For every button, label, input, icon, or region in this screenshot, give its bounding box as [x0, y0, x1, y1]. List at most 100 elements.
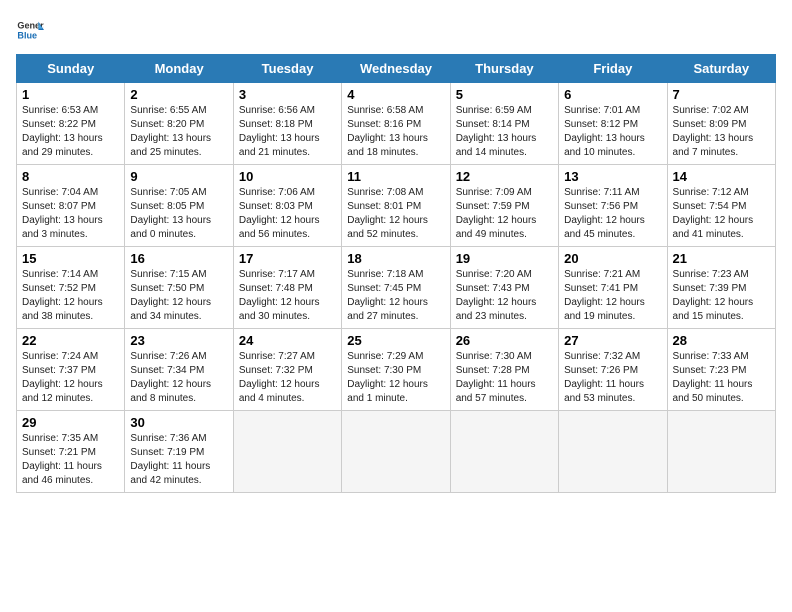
calendar-week-row: 8 Sunrise: 7:04 AMSunset: 8:07 PMDayligh…	[17, 165, 776, 247]
day-number: 5	[456, 87, 553, 102]
day-number: 4	[347, 87, 444, 102]
day-info: Sunrise: 7:35 AMSunset: 7:21 PMDaylight:…	[22, 432, 119, 488]
day-number: 12	[456, 169, 553, 184]
calendar-cell	[450, 411, 558, 493]
calendar-cell: 7 Sunrise: 7:02 AMSunset: 8:09 PMDayligh…	[667, 83, 775, 165]
calendar-cell	[233, 411, 341, 493]
day-number: 1	[22, 87, 119, 102]
calendar-cell: 6 Sunrise: 7:01 AMSunset: 8:12 PMDayligh…	[559, 83, 667, 165]
calendar-cell: 4 Sunrise: 6:58 AMSunset: 8:16 PMDayligh…	[342, 83, 450, 165]
calendar-cell	[559, 411, 667, 493]
calendar-cell: 25 Sunrise: 7:29 AMSunset: 7:30 PMDaylig…	[342, 329, 450, 411]
day-number: 10	[239, 169, 336, 184]
day-number: 3	[239, 87, 336, 102]
calendar-cell	[342, 411, 450, 493]
day-number: 15	[22, 251, 119, 266]
day-info: Sunrise: 6:56 AMSunset: 8:18 PMDaylight:…	[239, 104, 336, 160]
day-info: Sunrise: 7:18 AMSunset: 7:45 PMDaylight:…	[347, 268, 444, 324]
day-number: 26	[456, 333, 553, 348]
calendar-cell: 24 Sunrise: 7:27 AMSunset: 7:32 PMDaylig…	[233, 329, 341, 411]
day-info: Sunrise: 6:53 AMSunset: 8:22 PMDaylight:…	[22, 104, 119, 160]
calendar-cell: 9 Sunrise: 7:05 AMSunset: 8:05 PMDayligh…	[125, 165, 233, 247]
page-header: General Blue	[16, 16, 776, 44]
calendar-cell: 20 Sunrise: 7:21 AMSunset: 7:41 PMDaylig…	[559, 247, 667, 329]
day-info: Sunrise: 7:01 AMSunset: 8:12 PMDaylight:…	[564, 104, 661, 160]
day-info: Sunrise: 6:55 AMSunset: 8:20 PMDaylight:…	[130, 104, 227, 160]
day-info: Sunrise: 7:23 AMSunset: 7:39 PMDaylight:…	[673, 268, 770, 324]
day-info: Sunrise: 7:30 AMSunset: 7:28 PMDaylight:…	[456, 350, 553, 406]
weekday-header-saturday: Saturday	[667, 55, 775, 83]
day-number: 2	[130, 87, 227, 102]
calendar-cell: 13 Sunrise: 7:11 AMSunset: 7:56 PMDaylig…	[559, 165, 667, 247]
day-info: Sunrise: 7:21 AMSunset: 7:41 PMDaylight:…	[564, 268, 661, 324]
calendar-week-row: 15 Sunrise: 7:14 AMSunset: 7:52 PMDaylig…	[17, 247, 776, 329]
day-info: Sunrise: 7:32 AMSunset: 7:26 PMDaylight:…	[564, 350, 661, 406]
calendar-cell: 19 Sunrise: 7:20 AMSunset: 7:43 PMDaylig…	[450, 247, 558, 329]
logo-icon: General Blue	[16, 16, 44, 44]
day-info: Sunrise: 7:24 AMSunset: 7:37 PMDaylight:…	[22, 350, 119, 406]
day-info: Sunrise: 7:06 AMSunset: 8:03 PMDaylight:…	[239, 186, 336, 242]
weekday-header-sunday: Sunday	[17, 55, 125, 83]
day-number: 25	[347, 333, 444, 348]
day-info: Sunrise: 7:11 AMSunset: 7:56 PMDaylight:…	[564, 186, 661, 242]
calendar-table: SundayMondayTuesdayWednesdayThursdayFrid…	[16, 54, 776, 493]
calendar-cell: 18 Sunrise: 7:18 AMSunset: 7:45 PMDaylig…	[342, 247, 450, 329]
day-number: 13	[564, 169, 661, 184]
calendar-week-row: 22 Sunrise: 7:24 AMSunset: 7:37 PMDaylig…	[17, 329, 776, 411]
weekday-header-thursday: Thursday	[450, 55, 558, 83]
calendar-cell: 12 Sunrise: 7:09 AMSunset: 7:59 PMDaylig…	[450, 165, 558, 247]
calendar-cell: 26 Sunrise: 7:30 AMSunset: 7:28 PMDaylig…	[450, 329, 558, 411]
calendar-cell: 29 Sunrise: 7:35 AMSunset: 7:21 PMDaylig…	[17, 411, 125, 493]
day-info: Sunrise: 7:26 AMSunset: 7:34 PMDaylight:…	[130, 350, 227, 406]
calendar-cell: 15 Sunrise: 7:14 AMSunset: 7:52 PMDaylig…	[17, 247, 125, 329]
day-number: 29	[22, 415, 119, 430]
calendar-cell: 22 Sunrise: 7:24 AMSunset: 7:37 PMDaylig…	[17, 329, 125, 411]
day-info: Sunrise: 7:20 AMSunset: 7:43 PMDaylight:…	[456, 268, 553, 324]
calendar-cell: 11 Sunrise: 7:08 AMSunset: 8:01 PMDaylig…	[342, 165, 450, 247]
day-number: 21	[673, 251, 770, 266]
day-number: 22	[22, 333, 119, 348]
weekday-header-row: SundayMondayTuesdayWednesdayThursdayFrid…	[17, 55, 776, 83]
day-info: Sunrise: 7:27 AMSunset: 7:32 PMDaylight:…	[239, 350, 336, 406]
day-info: Sunrise: 7:09 AMSunset: 7:59 PMDaylight:…	[456, 186, 553, 242]
calendar-cell: 28 Sunrise: 7:33 AMSunset: 7:23 PMDaylig…	[667, 329, 775, 411]
day-number: 27	[564, 333, 661, 348]
day-info: Sunrise: 6:58 AMSunset: 8:16 PMDaylight:…	[347, 104, 444, 160]
calendar-cell: 2 Sunrise: 6:55 AMSunset: 8:20 PMDayligh…	[125, 83, 233, 165]
day-info: Sunrise: 7:36 AMSunset: 7:19 PMDaylight:…	[130, 432, 227, 488]
day-info: Sunrise: 7:08 AMSunset: 8:01 PMDaylight:…	[347, 186, 444, 242]
calendar-cell: 1 Sunrise: 6:53 AMSunset: 8:22 PMDayligh…	[17, 83, 125, 165]
day-number: 23	[130, 333, 227, 348]
day-info: Sunrise: 7:15 AMSunset: 7:50 PMDaylight:…	[130, 268, 227, 324]
logo: General Blue	[16, 16, 44, 44]
day-info: Sunrise: 7:29 AMSunset: 7:30 PMDaylight:…	[347, 350, 444, 406]
weekday-header-monday: Monday	[125, 55, 233, 83]
calendar-cell: 21 Sunrise: 7:23 AMSunset: 7:39 PMDaylig…	[667, 247, 775, 329]
svg-text:Blue: Blue	[17, 30, 37, 40]
calendar-cell: 27 Sunrise: 7:32 AMSunset: 7:26 PMDaylig…	[559, 329, 667, 411]
day-number: 16	[130, 251, 227, 266]
day-number: 17	[239, 251, 336, 266]
day-number: 28	[673, 333, 770, 348]
day-info: Sunrise: 6:59 AMSunset: 8:14 PMDaylight:…	[456, 104, 553, 160]
calendar-cell: 23 Sunrise: 7:26 AMSunset: 7:34 PMDaylig…	[125, 329, 233, 411]
calendar-cell: 16 Sunrise: 7:15 AMSunset: 7:50 PMDaylig…	[125, 247, 233, 329]
day-number: 24	[239, 333, 336, 348]
day-info: Sunrise: 7:04 AMSunset: 8:07 PMDaylight:…	[22, 186, 119, 242]
day-number: 6	[564, 87, 661, 102]
calendar-cell: 14 Sunrise: 7:12 AMSunset: 7:54 PMDaylig…	[667, 165, 775, 247]
calendar-cell: 17 Sunrise: 7:17 AMSunset: 7:48 PMDaylig…	[233, 247, 341, 329]
calendar-cell: 3 Sunrise: 6:56 AMSunset: 8:18 PMDayligh…	[233, 83, 341, 165]
day-number: 8	[22, 169, 119, 184]
day-number: 30	[130, 415, 227, 430]
calendar-cell: 10 Sunrise: 7:06 AMSunset: 8:03 PMDaylig…	[233, 165, 341, 247]
day-number: 9	[130, 169, 227, 184]
day-number: 19	[456, 251, 553, 266]
calendar-cell: 5 Sunrise: 6:59 AMSunset: 8:14 PMDayligh…	[450, 83, 558, 165]
weekday-header-tuesday: Tuesday	[233, 55, 341, 83]
day-info: Sunrise: 7:02 AMSunset: 8:09 PMDaylight:…	[673, 104, 770, 160]
weekday-header-wednesday: Wednesday	[342, 55, 450, 83]
calendar-week-row: 29 Sunrise: 7:35 AMSunset: 7:21 PMDaylig…	[17, 411, 776, 493]
day-info: Sunrise: 7:14 AMSunset: 7:52 PMDaylight:…	[22, 268, 119, 324]
calendar-cell: 30 Sunrise: 7:36 AMSunset: 7:19 PMDaylig…	[125, 411, 233, 493]
